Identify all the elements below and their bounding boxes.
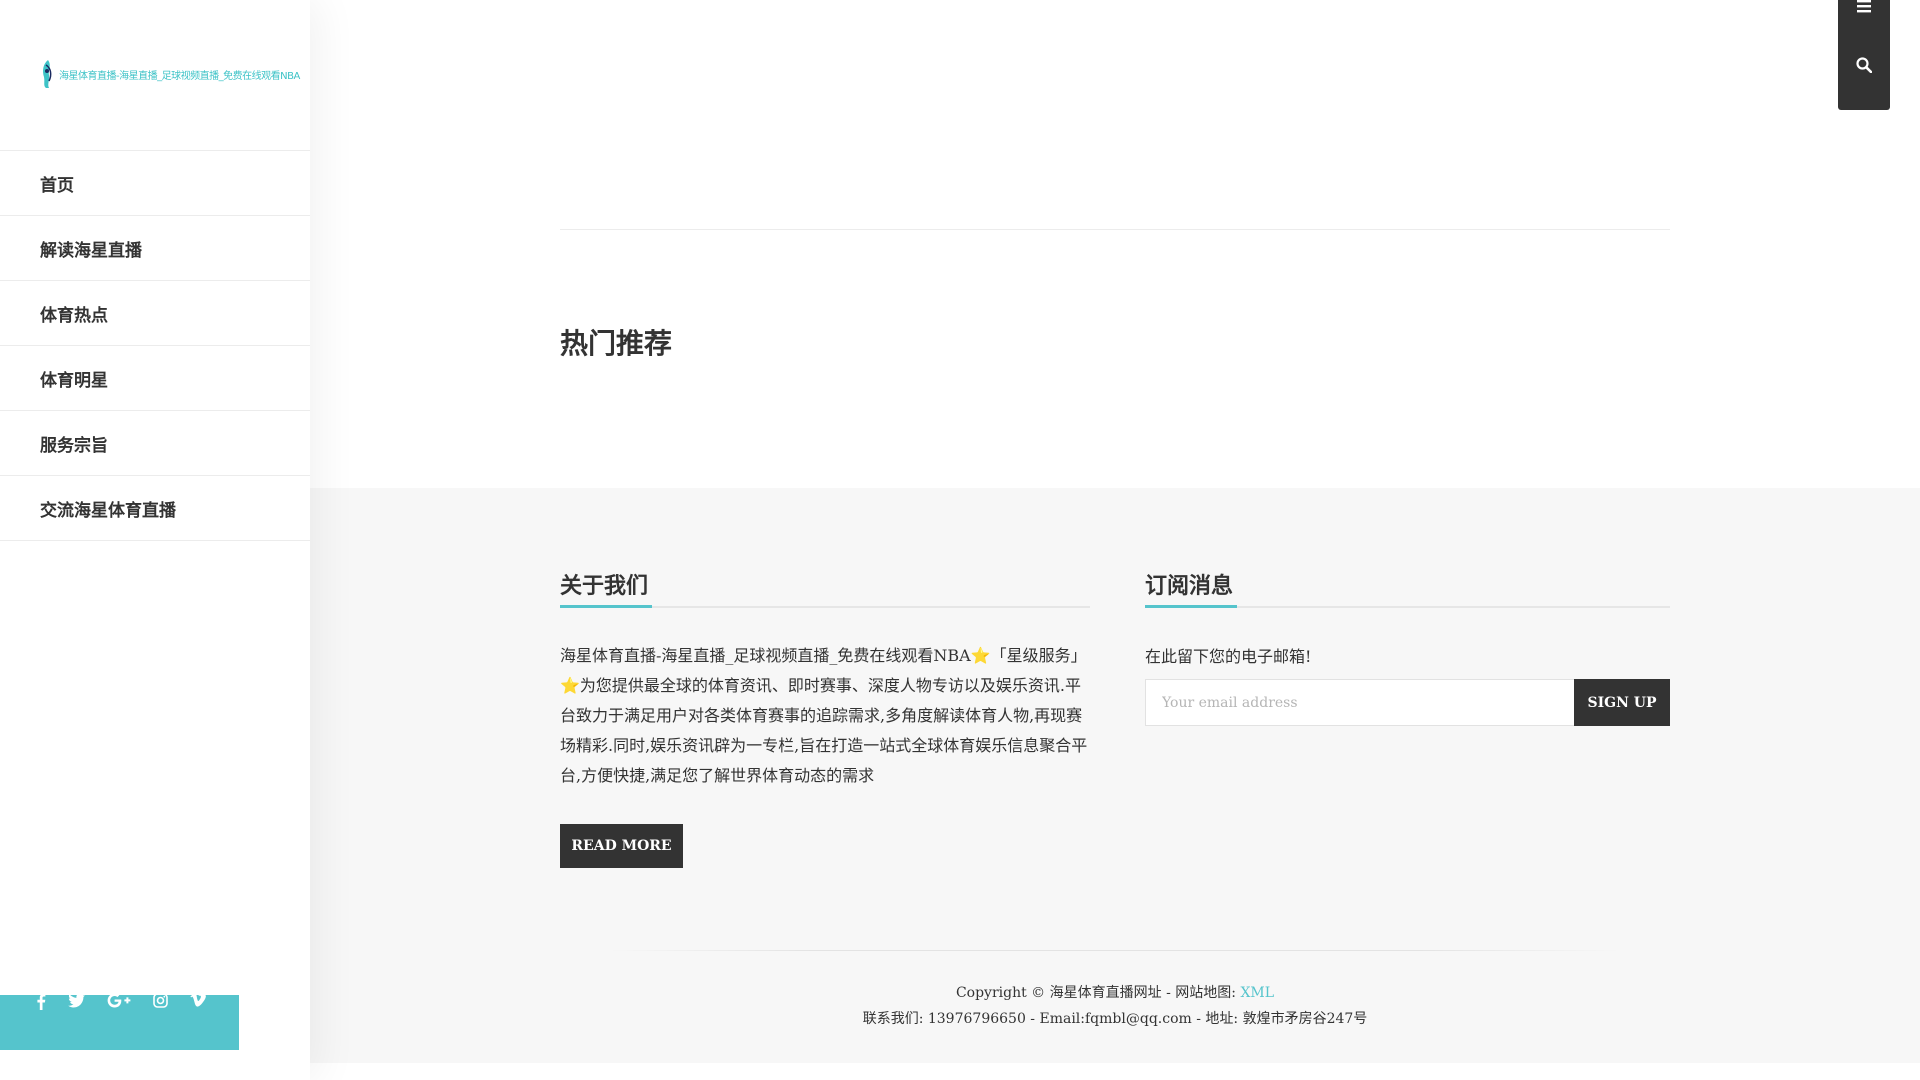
about-text: 海星体育直播-海星直播_足球视频直播_免费在线观看NBA⭐「星级服务」⭐为您提供…	[560, 646, 1088, 785]
twitter-icon[interactable]	[68, 993, 85, 1008]
footer-divider	[610, 950, 1620, 951]
about-title: 关于我们	[560, 574, 649, 599]
nav-item-sports-stars[interactable]: 体育明星	[0, 346, 310, 411]
logo-text: 海星体育直播-海星直播_足球视频直播_免费在线观看NBA	[59, 70, 300, 82]
main-nav: 首页 解读海星直播 体育热点 体育明星 服务宗旨 交流海星体育直播	[0, 150, 310, 541]
section-divider	[560, 229, 1670, 230]
hot-recommend-title: 热门推荐	[560, 327, 673, 360]
read-more-button[interactable]: READ MORE	[560, 824, 683, 868]
site-logo[interactable]: 海星体育直播-海星直播_足球视频直播_免费在线观看NBA	[40, 58, 300, 90]
instagram-icon[interactable]	[153, 993, 168, 1008]
about-title-accent	[560, 605, 652, 608]
subscribe-title: 订阅消息	[1145, 574, 1234, 599]
social-bar	[0, 993, 239, 1050]
facebook-icon[interactable]	[36, 993, 46, 1010]
subscribe-title-accent	[1145, 605, 1237, 608]
menu-icon	[1857, 0, 1871, 13]
sidebar: 海星体育直播-海星直播_足球视频直播_免费在线观看NBA 首页 解读海星直播 体…	[0, 0, 310, 1080]
main-content: 热门推荐 关于我们 海星体育直播-海星直播_足球视频直播_免费在线观看NBA⭐「…	[310, 0, 1920, 1080]
sitemap-xml-link[interactable]: XML	[1240, 985, 1274, 1001]
logo-mark-icon	[43, 60, 52, 88]
nav-item-about-haixing[interactable]: 解读海星直播	[0, 216, 310, 281]
nav-item-sports-hot[interactable]: 体育热点	[0, 281, 310, 346]
sign-up-button[interactable]: SIGN UP	[1574, 679, 1670, 726]
footer-widgets: 关于我们 海星体育直播-海星直播_足球视频直播_免费在线观看NBA⭐「星级服务」…	[310, 488, 1920, 1063]
contact-line: 联系我们: 13976796650 - Email:fqmbl@qq.com -…	[862, 1011, 1368, 1027]
top-action-buttons	[1838, 0, 1890, 110]
menu-button[interactable]	[1838, 0, 1890, 20]
search-icon	[1856, 57, 1872, 73]
vimeo-icon[interactable]	[190, 993, 206, 1007]
copyright-text: Copyright © 海星体育直播网址 - 网站地图:	[955, 985, 1236, 1001]
copyright-line: Copyright © 海星体育直播网址 - 网站地图: XML	[310, 982, 1920, 1002]
search-button[interactable]	[1838, 50, 1890, 80]
subscribe-text: 在此留下您的电子邮箱!	[1145, 647, 1312, 666]
email-input[interactable]	[1145, 679, 1575, 726]
nav-item-service[interactable]: 服务宗旨	[0, 411, 310, 476]
nav-item-home[interactable]: 首页	[0, 151, 310, 216]
google-plus-icon[interactable]	[107, 993, 131, 1008]
nav-item-community[interactable]: 交流海星体育直播	[0, 476, 310, 541]
